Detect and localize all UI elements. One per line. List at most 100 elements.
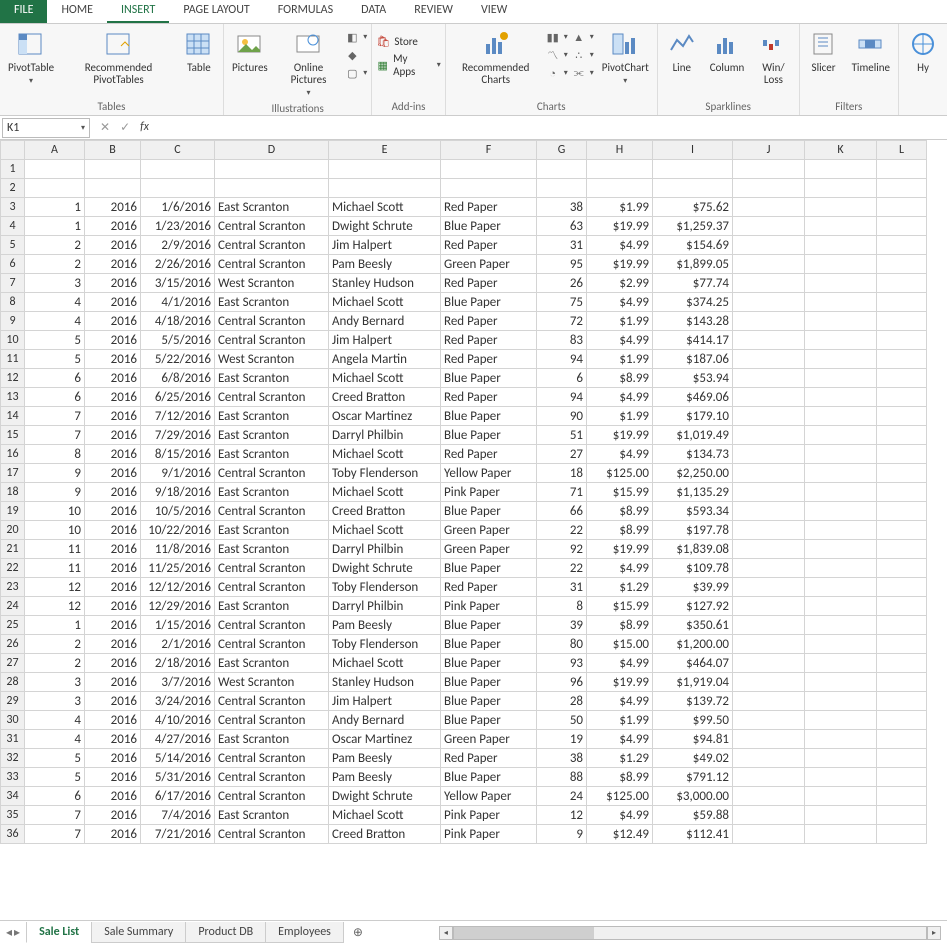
cell[interactable]: Pink Paper [441, 825, 537, 844]
tab-page-layout[interactable]: PAGE LAYOUT [169, 0, 263, 23]
cell[interactable]: Blue Paper [441, 369, 537, 388]
cell[interactable] [805, 255, 877, 274]
cell[interactable]: $2.99 [587, 274, 653, 293]
tab-home[interactable]: HOME [47, 0, 107, 23]
cell[interactable]: Michael Scott [329, 293, 441, 312]
cell[interactable]: Red Paper [441, 388, 537, 407]
cell[interactable]: 9/1/2016 [141, 464, 215, 483]
cell[interactable] [805, 673, 877, 692]
smartart-button[interactable]: ◆ [345, 48, 367, 62]
cell[interactable]: $791.12 [653, 768, 733, 787]
cell[interactable]: $1.99 [587, 711, 653, 730]
tab-data[interactable]: DATA [347, 0, 400, 23]
cell[interactable]: 2016 [85, 692, 141, 711]
cell[interactable]: 24 [537, 787, 587, 806]
cell[interactable] [733, 673, 805, 692]
cell[interactable] [877, 464, 927, 483]
cell[interactable]: Central Scranton [215, 255, 329, 274]
cell[interactable]: West Scranton [215, 274, 329, 293]
cell[interactable]: 6/8/2016 [141, 369, 215, 388]
cell[interactable] [877, 312, 927, 331]
cell[interactable]: 2 [25, 635, 85, 654]
cell[interactable] [877, 521, 927, 540]
cell[interactable]: 38 [537, 198, 587, 217]
cell[interactable]: $154.69 [653, 236, 733, 255]
row-header[interactable]: 26 [1, 635, 25, 654]
cell[interactable]: Red Paper [441, 350, 537, 369]
cell[interactable]: Central Scranton [215, 825, 329, 844]
column-header[interactable]: E [329, 141, 441, 160]
cell[interactable]: 8 [25, 445, 85, 464]
area-chart-button[interactable]: ▲▾ [572, 30, 594, 44]
cell[interactable]: 80 [537, 635, 587, 654]
cell[interactable]: Creed Bratton [329, 502, 441, 521]
cell[interactable] [805, 464, 877, 483]
cell[interactable]: 31 [537, 578, 587, 597]
cell[interactable] [877, 768, 927, 787]
cell[interactable] [877, 445, 927, 464]
cell[interactable]: 1/6/2016 [141, 198, 215, 217]
cell[interactable]: $4.99 [587, 730, 653, 749]
row-header[interactable]: 34 [1, 787, 25, 806]
cell[interactable]: Green Paper [441, 521, 537, 540]
cell[interactable]: Michael Scott [329, 483, 441, 502]
cell[interactable]: 6 [25, 369, 85, 388]
cell[interactable]: Rep [329, 179, 441, 198]
cell[interactable]: 2016 [85, 768, 141, 787]
cell[interactable]: $8.99 [587, 369, 653, 388]
row-header[interactable]: 27 [1, 654, 25, 673]
cell[interactable]: $143.28 [653, 312, 733, 331]
cell[interactable]: $4.99 [587, 692, 653, 711]
cell[interactable] [805, 825, 877, 844]
sparkline-winloss-button[interactable]: Win/ Loss [752, 26, 794, 98]
cell[interactable]: East Scranton [215, 369, 329, 388]
cell[interactable] [877, 654, 927, 673]
cell[interactable] [733, 540, 805, 559]
cell[interactable]: Darryl Philbin [329, 426, 441, 445]
cell[interactable] [733, 616, 805, 635]
cell[interactable] [877, 331, 927, 350]
cell[interactable]: Blue Paper [441, 502, 537, 521]
horizontal-scrollbar[interactable]: ◂ ▸ [433, 926, 947, 940]
cell[interactable]: $374.25 [653, 293, 733, 312]
cell[interactable] [537, 160, 587, 179]
cell[interactable]: 2/18/2016 [141, 654, 215, 673]
cell[interactable]: 1/15/2016 [141, 616, 215, 635]
cell[interactable]: East Scranton [215, 730, 329, 749]
cell[interactable]: 2016 [85, 198, 141, 217]
store-button[interactable]: 🛍Store [376, 34, 440, 48]
cell[interactable]: Toby Flenderson [329, 464, 441, 483]
cell[interactable]: 6 [25, 388, 85, 407]
cell[interactable]: 3 [25, 673, 85, 692]
cell[interactable]: Michael Scott [329, 445, 441, 464]
cell[interactable]: Dwight Schrute [329, 217, 441, 236]
cell[interactable]: $19.99 [587, 255, 653, 274]
cell[interactable] [733, 160, 805, 179]
fx-icon[interactable]: fx [140, 120, 149, 135]
cell[interactable] [733, 502, 805, 521]
cell[interactable]: Red Paper [441, 274, 537, 293]
row-header[interactable]: 5 [1, 236, 25, 255]
cell[interactable]: $15.99 [587, 483, 653, 502]
cell[interactable]: Blue Paper [441, 293, 537, 312]
cell[interactable]: 3 [25, 274, 85, 293]
cell[interactable]: 93 [537, 654, 587, 673]
cell[interactable]: 2016 [85, 388, 141, 407]
cell[interactable] [733, 236, 805, 255]
cell[interactable]: Blue Paper [441, 616, 537, 635]
cell[interactable]: $469.06 [653, 388, 733, 407]
cell[interactable]: $464.07 [653, 654, 733, 673]
cell[interactable] [805, 312, 877, 331]
cell[interactable]: East Scranton [215, 445, 329, 464]
row-header[interactable]: 3 [1, 198, 25, 217]
cell[interactable]: 1 [25, 616, 85, 635]
cell[interactable]: 8/15/2016 [141, 445, 215, 464]
cell[interactable]: $593.34 [653, 502, 733, 521]
cell[interactable]: 7/21/2016 [141, 825, 215, 844]
cell[interactable]: $197.78 [653, 521, 733, 540]
cell[interactable]: 7/4/2016 [141, 806, 215, 825]
cell[interactable] [877, 692, 927, 711]
cell[interactable]: $75.62 [653, 198, 733, 217]
cell[interactable] [805, 198, 877, 217]
cell[interactable]: $1,899.05 [653, 255, 733, 274]
